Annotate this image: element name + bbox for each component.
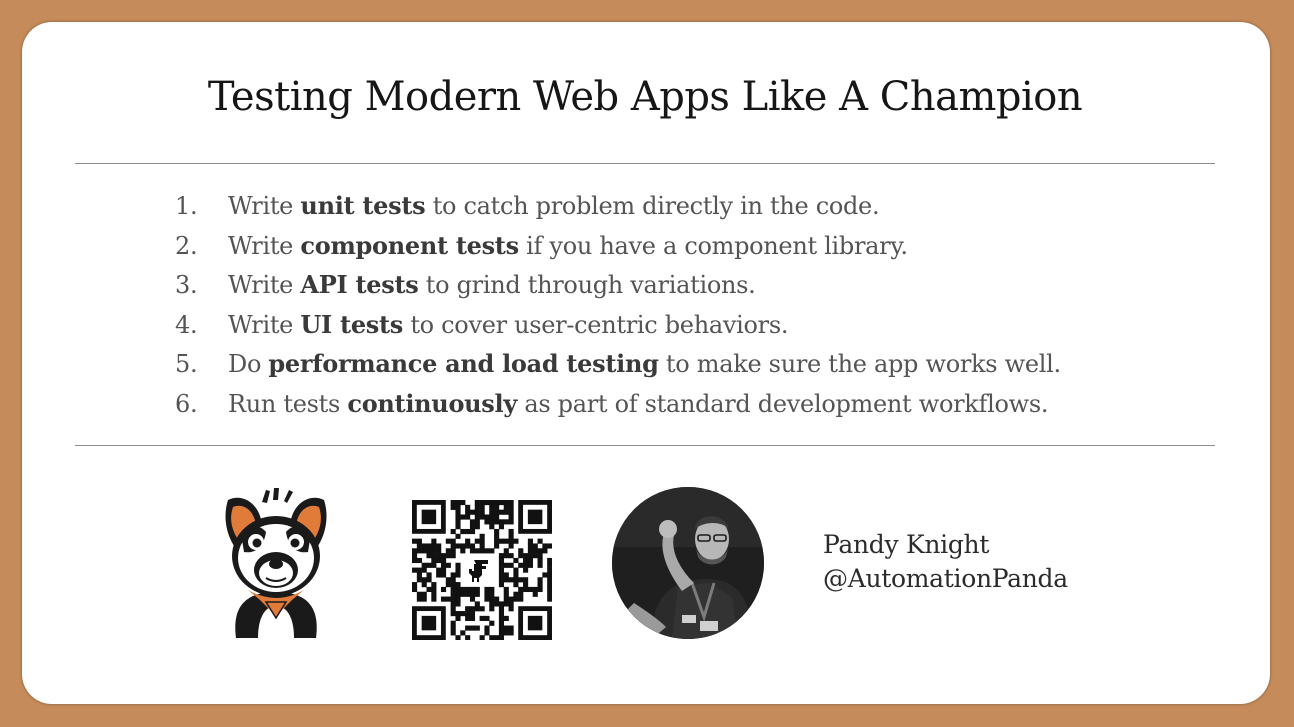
author-name: Pandy Knight (823, 530, 990, 559)
testing-steps-list: 1. Write unit tests to catch problem dire… (170, 186, 1061, 423)
item-number: 2. (175, 231, 198, 260)
slide-title: Testing Modern Web Apps Like A Champion (207, 74, 1083, 120)
item-text-post: to catch problem directly in the code. (425, 192, 880, 220)
list-item: 1. Write unit tests to catch problem dire… (170, 186, 1061, 226)
item-text-bold: API tests (300, 270, 419, 299)
item-text-pre: Run tests (228, 389, 348, 418)
top-divider (75, 163, 1215, 164)
author-block: Pandy Knight @AutomationPanda (823, 528, 1068, 596)
item-text-post: to grind through variations. (418, 271, 756, 299)
item-number: 5. (175, 350, 198, 378)
list-item: 5. Do performance and load testing to mak… (170, 344, 1061, 384)
item-text-bold: UI tests (300, 309, 403, 339)
item-text-post: to make sure the app works well. (658, 350, 1061, 378)
item-text-bold: performance and load testing (268, 349, 659, 378)
bottom-divider (75, 445, 1215, 446)
item-text-bold: component tests (300, 230, 519, 260)
item-text-bold: unit tests (300, 191, 426, 220)
item-text-pre: Do (228, 350, 269, 378)
list-item: 6. Run tests continuously as part of stan… (170, 384, 1061, 424)
item-text-pre: Write (228, 231, 301, 260)
panda-dog-mascot-icon (222, 488, 330, 639)
list-item: 3. Write API tests to grind through varia… (170, 265, 1061, 305)
item-number: 3. (175, 271, 198, 299)
item-number: 4. (175, 310, 198, 339)
item-text-post: if you have a component library. (518, 231, 908, 260)
qr-code-icon (412, 500, 553, 641)
item-text-bold: continuously (347, 388, 517, 418)
item-text-pre: Write (228, 271, 301, 299)
list-item: 2. Write component tests if you have a co… (170, 226, 1061, 266)
item-number: 6. (175, 389, 198, 418)
speaker-photo (612, 487, 764, 639)
item-text-pre: Write (228, 192, 301, 220)
item-text-post: as part of standard development workflow… (516, 389, 1049, 418)
item-text-post: to cover user-centric behaviors. (403, 310, 789, 339)
author-handle: @AutomationPanda (823, 564, 1068, 593)
item-text-pre: Write (228, 310, 301, 339)
item-number: 1. (175, 192, 198, 220)
list-item: 4. Write UI tests to cover user-centric b… (170, 305, 1061, 345)
